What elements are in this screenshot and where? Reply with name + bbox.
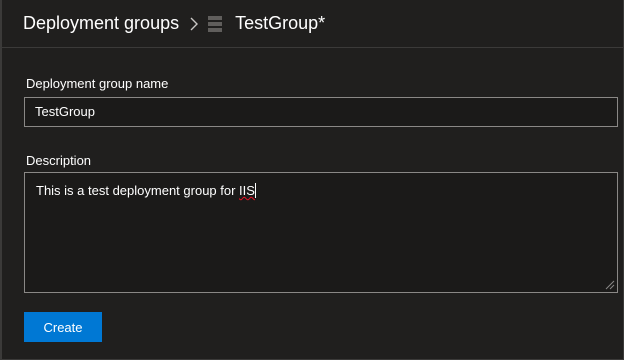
misspelled-word: IIS bbox=[239, 183, 255, 198]
breadcrumb-deployment-groups[interactable]: Deployment groups bbox=[23, 13, 179, 34]
deployment-group-panel: Deployment groups TestGroup* Deployment … bbox=[0, 0, 624, 360]
description-text: This is a test deployment group for IIS bbox=[36, 183, 256, 198]
resize-grip-icon[interactable] bbox=[605, 280, 615, 290]
breadcrumb-current-group: TestGroup* bbox=[235, 13, 326, 33]
group-name-label: Deployment group name bbox=[26, 76, 169, 91]
group-name-input[interactable]: TestGroup bbox=[24, 97, 618, 127]
deployment-group-icon bbox=[208, 15, 223, 32]
create-button[interactable]: Create bbox=[24, 312, 102, 342]
description-label: Description bbox=[26, 153, 92, 168]
description-text-main: This is a test deployment group for bbox=[36, 183, 240, 198]
text-caret bbox=[254, 183, 256, 198]
breadcrumb: Deployment groups TestGroup* bbox=[2, 0, 623, 48]
chevron-right-icon bbox=[190, 17, 199, 30]
description-textarea[interactable]: This is a test deployment group for IIS bbox=[24, 172, 618, 293]
